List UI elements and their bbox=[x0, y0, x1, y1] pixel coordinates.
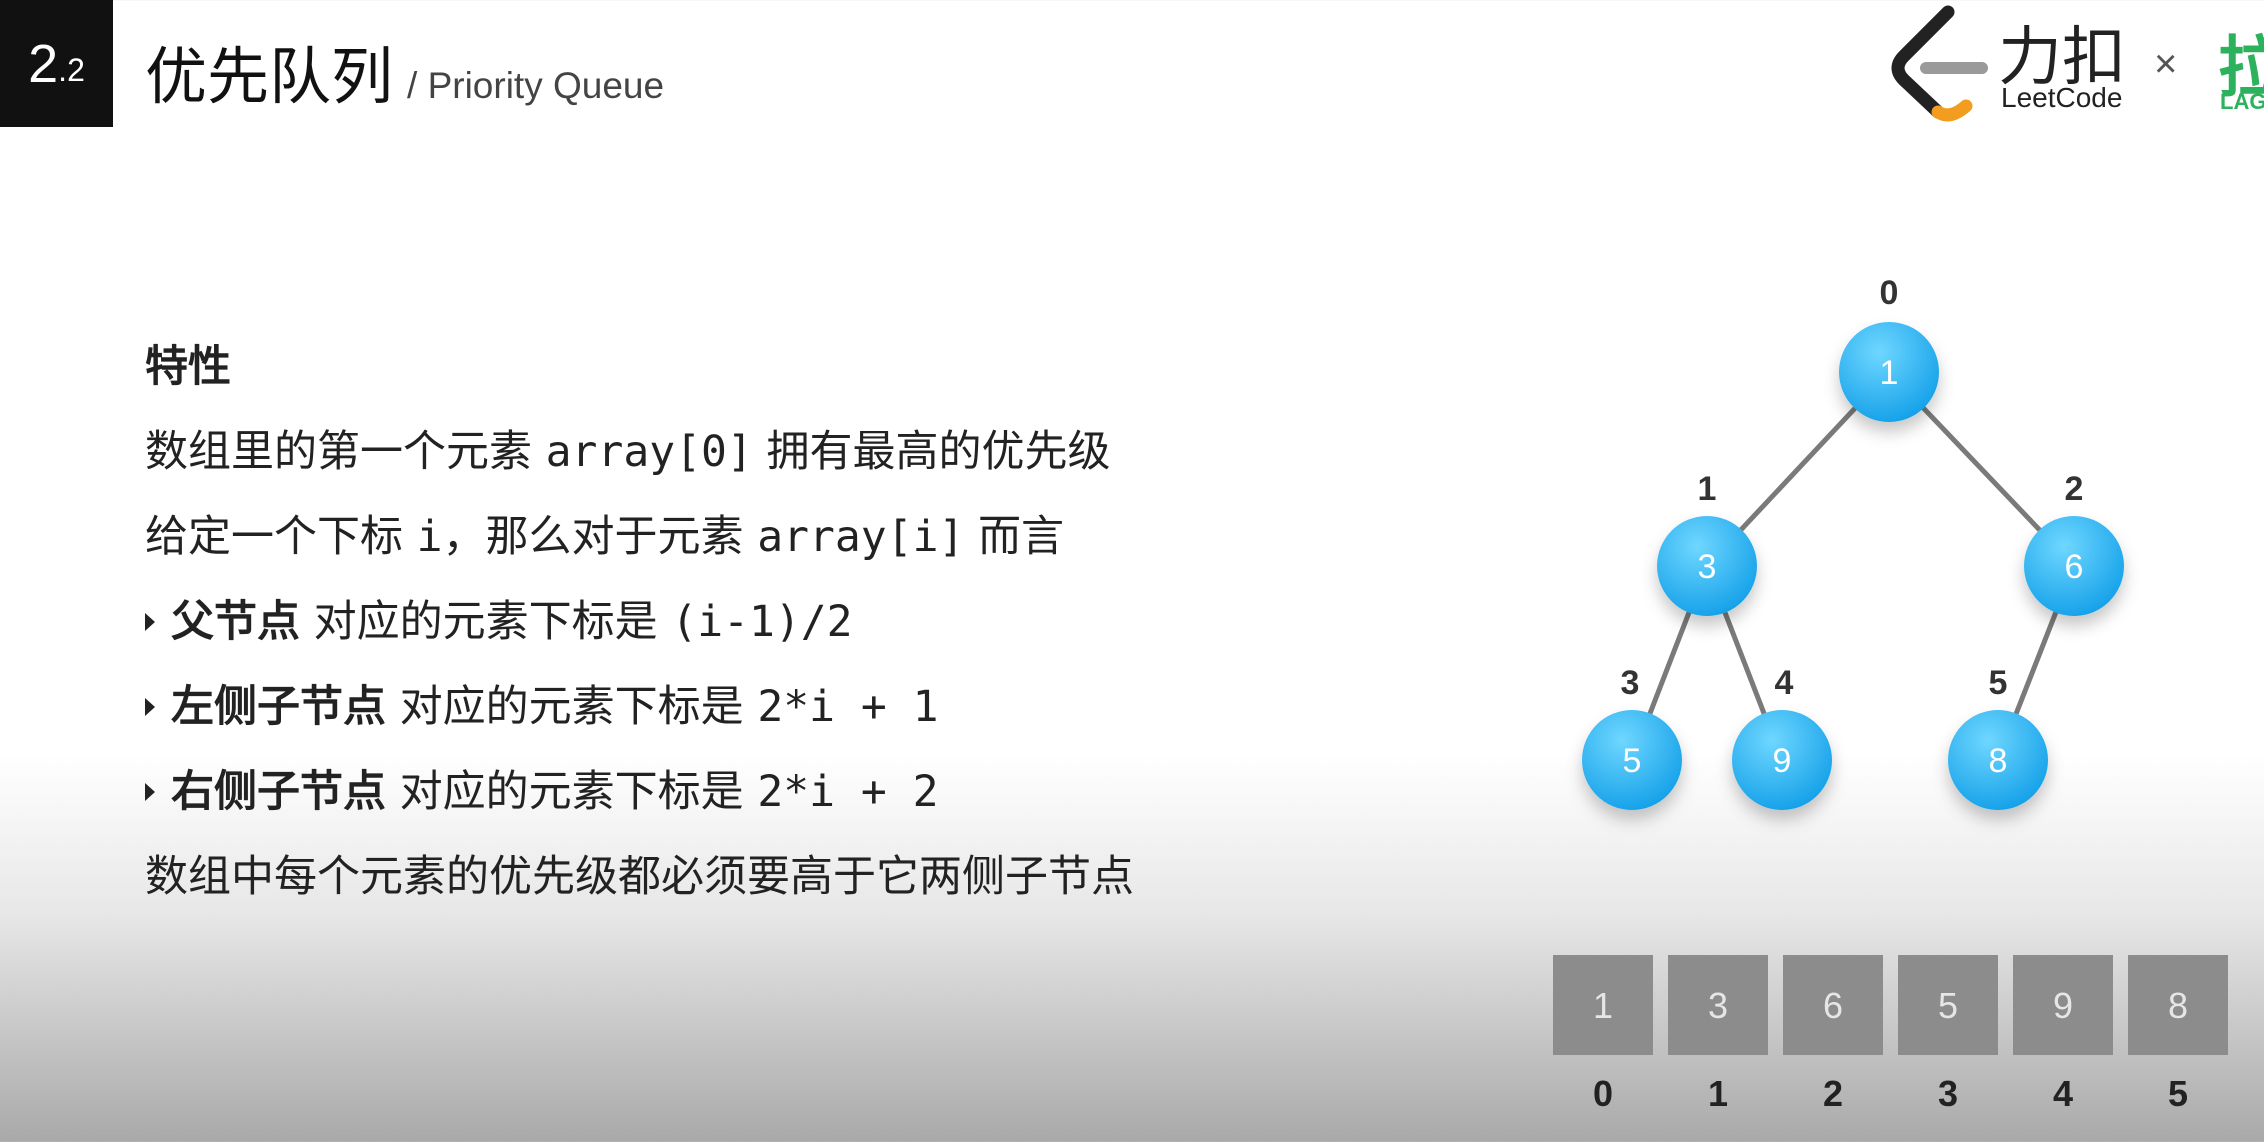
heap-node: 10 bbox=[1839, 274, 1939, 422]
array-cell-index: 2 bbox=[1823, 1073, 1843, 1114]
heap-array: 1 0 3 1 6 2 5 3 9 4 8 5 bbox=[1553, 955, 2228, 1114]
heap-node-index: 5 bbox=[1989, 664, 2008, 702]
heap-node: 62 bbox=[2024, 470, 2124, 616]
array-cell-value: 8 bbox=[2168, 985, 2188, 1026]
array-cell-value: 3 bbox=[1708, 985, 1728, 1026]
heap-nodes: 103162539485 bbox=[1582, 274, 2124, 810]
heap-node: 31 bbox=[1657, 470, 1757, 616]
array-cell-index: 1 bbox=[1708, 1073, 1728, 1114]
heap-node: 53 bbox=[1582, 664, 1682, 810]
array-cell-index: 0 bbox=[1593, 1073, 1613, 1114]
heap-node-value: 3 bbox=[1698, 548, 1717, 586]
heap-node-value: 9 bbox=[1773, 742, 1792, 780]
array-cell-index: 3 bbox=[1938, 1073, 1958, 1114]
array-cell-value: 9 bbox=[2053, 985, 2073, 1026]
array-cell-value: 5 bbox=[1938, 985, 1958, 1026]
heap-node-value: 8 bbox=[1989, 742, 2008, 780]
heap-node-index: 2 bbox=[2065, 470, 2084, 508]
heap-diagram: 103162539485 103162539485 bbox=[1553, 274, 2228, 1114]
heap-node-index: 1 bbox=[1698, 470, 1717, 508]
heap-node-value: 1 bbox=[1880, 354, 1899, 392]
array-cell-value: 1 bbox=[1593, 985, 1613, 1026]
heap-node-index: 3 bbox=[1621, 664, 1640, 702]
heap-node: 94 bbox=[1732, 664, 1832, 810]
heap-node: 85 bbox=[1948, 664, 2048, 810]
heap-node-index: 4 bbox=[1775, 664, 1794, 702]
array-cell-index: 5 bbox=[2168, 1073, 2188, 1114]
heap-node-value: 5 bbox=[1623, 742, 1642, 780]
array-cell-value: 6 bbox=[1823, 985, 1843, 1026]
heap-node-index: 0 bbox=[1880, 274, 1899, 312]
array-cell-index: 4 bbox=[2053, 1073, 2073, 1114]
heap-node-value: 6 bbox=[2065, 548, 2084, 586]
